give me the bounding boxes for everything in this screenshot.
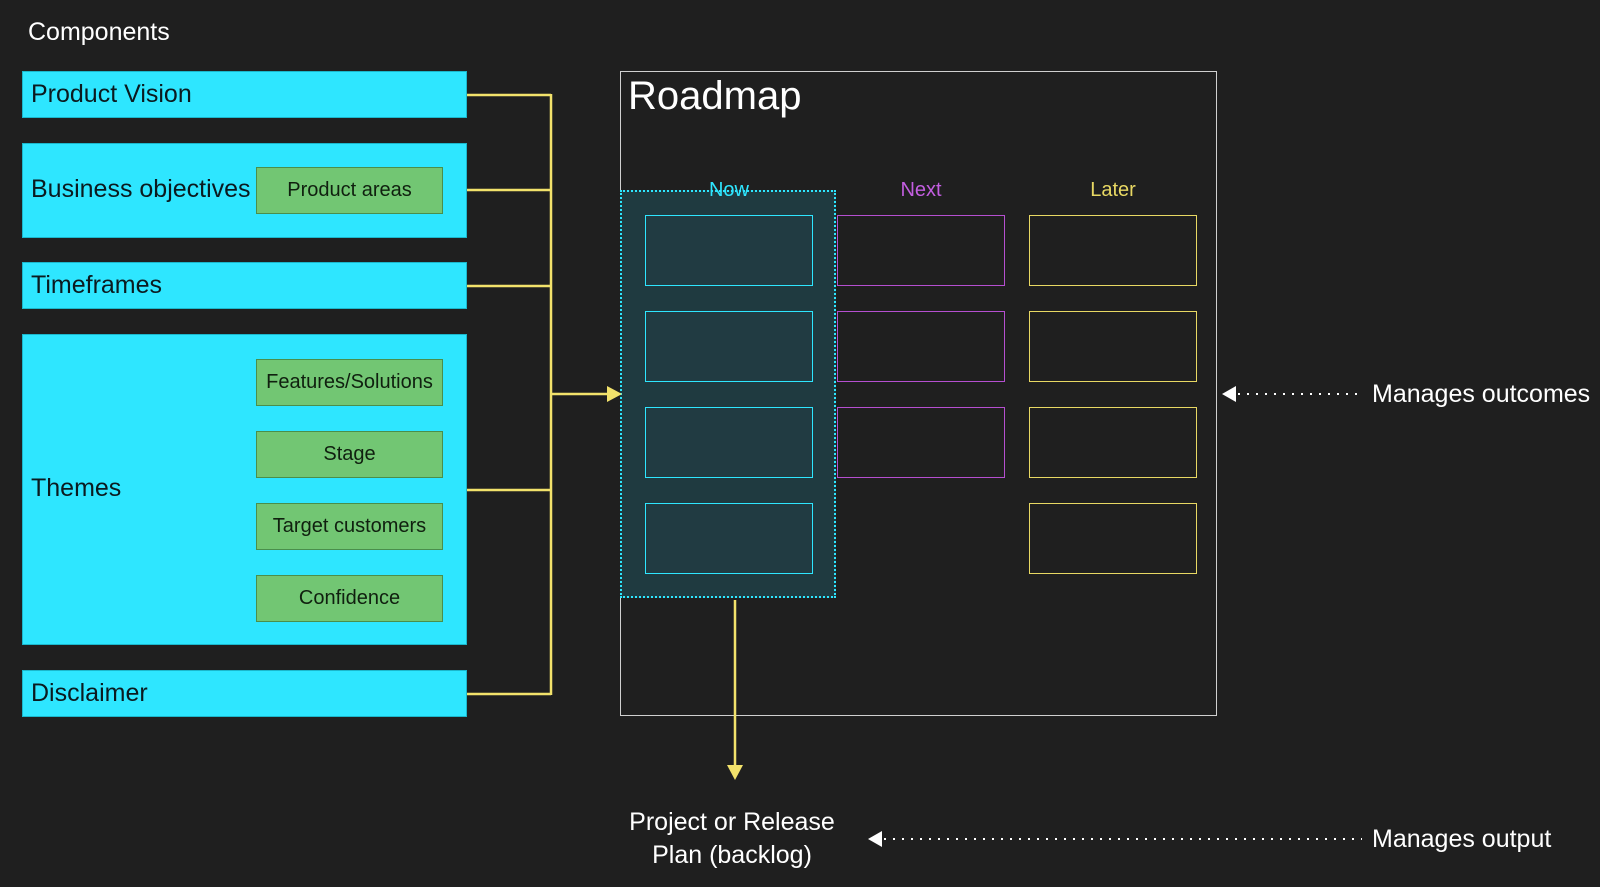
backlog-plan-label: Project or Release Plan (backlog)	[602, 806, 862, 872]
arrow-to-roadmap-icon	[607, 386, 622, 402]
backlog-plan-line-2: Plan (backlog)	[652, 841, 812, 869]
connector-lines	[467, 93, 1362, 847]
arrow-output-icon	[868, 831, 882, 847]
manages-output-label: Manages output	[1372, 825, 1552, 853]
backlog-plan-line-1: Project or Release	[629, 808, 835, 836]
arrow-outcomes-icon	[1222, 386, 1236, 402]
arrow-to-backlog-icon	[727, 765, 743, 780]
diagram-canvas: Components Product Vision Business objec…	[0, 0, 1600, 887]
manages-outcomes-label: Manages outcomes	[1372, 380, 1591, 408]
